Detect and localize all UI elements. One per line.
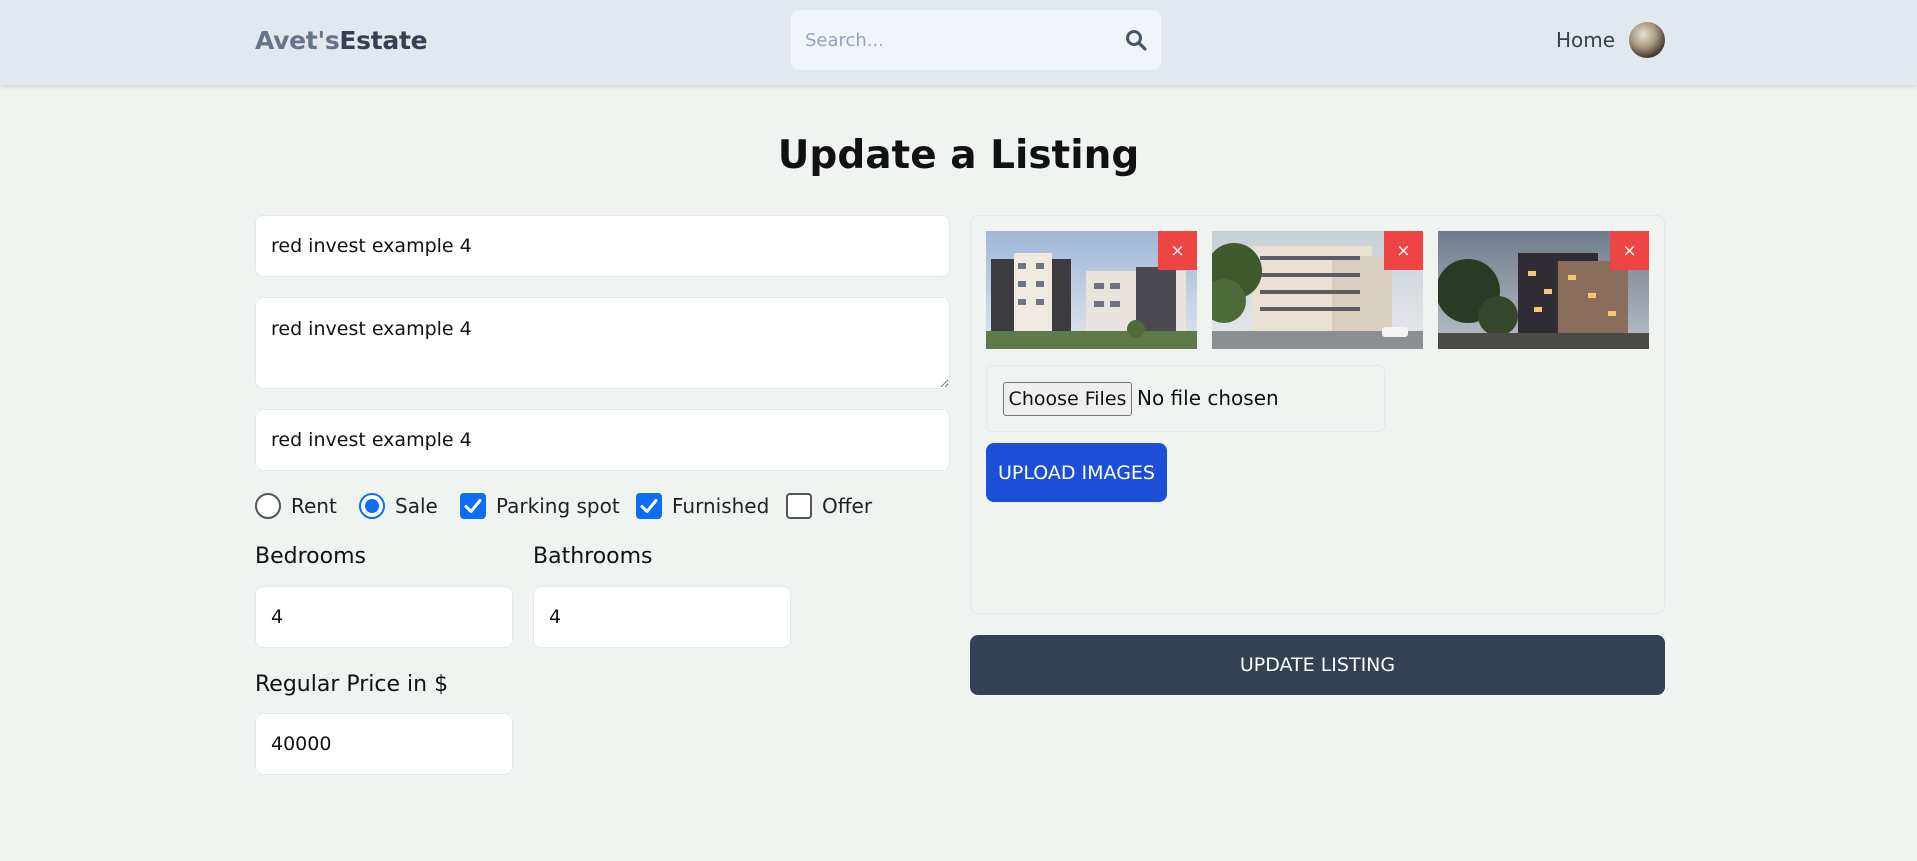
- regular-price-input[interactable]: [255, 713, 513, 775]
- remove-image-button-3[interactable]: ×: [1610, 231, 1649, 270]
- bathrooms-label: Bathrooms: [533, 544, 653, 569]
- option-parking-spot[interactable]: Parking spot: [460, 491, 620, 521]
- name-input[interactable]: [255, 215, 950, 277]
- remove-image-button-2[interactable]: ×: [1384, 231, 1423, 270]
- choose-files-button[interactable]: Choose Files: [1003, 382, 1132, 416]
- parking-spot-checkbox[interactable]: [460, 493, 486, 519]
- option-offer[interactable]: Offer: [786, 491, 872, 521]
- search-bar: [791, 10, 1161, 70]
- option-furnished[interactable]: Furnished: [636, 491, 769, 521]
- site-logo[interactable]: Avet'sEstate: [255, 26, 428, 55]
- remove-image-button-1[interactable]: ×: [1158, 231, 1197, 270]
- regular-price-label: Regular Price in $: [255, 672, 449, 697]
- logo-part-1: Avet's: [255, 26, 340, 55]
- logo-part-2: Estate: [339, 26, 428, 55]
- parking-spot-label: Parking spot: [496, 494, 620, 518]
- search-input[interactable]: [805, 10, 1095, 70]
- search-icon[interactable]: [1124, 28, 1148, 52]
- bedrooms-input[interactable]: [255, 586, 513, 648]
- nav-home-link[interactable]: Home: [1556, 28, 1615, 52]
- address-input[interactable]: [255, 409, 950, 471]
- sale-label: Sale: [395, 494, 438, 518]
- bathrooms-input[interactable]: [533, 586, 791, 648]
- offer-label: Offer: [822, 494, 873, 518]
- upload-images-button[interactable]: UPLOAD IMAGES: [986, 443, 1167, 502]
- furnished-checkbox[interactable]: [636, 493, 662, 519]
- bedrooms-label: Bedrooms: [255, 544, 366, 569]
- update-listing-button[interactable]: UPDATE LISTING: [970, 635, 1665, 695]
- file-input-box: Choose Files No file chosen: [986, 365, 1385, 432]
- rent-label: Rent: [291, 494, 337, 518]
- no-file-chosen-text: No file chosen: [1137, 386, 1279, 410]
- offer-checkbox[interactable]: [786, 493, 812, 519]
- sale-radio[interactable]: [359, 493, 385, 519]
- description-textarea[interactable]: red invest example 4: [255, 297, 950, 389]
- page-title: Update a Listing: [777, 133, 1140, 178]
- option-rent[interactable]: Rent: [255, 491, 337, 521]
- rent-radio[interactable]: [255, 493, 281, 519]
- furnished-label: Furnished: [672, 494, 770, 518]
- option-sale[interactable]: Sale: [359, 491, 438, 521]
- top-nav-header: Avet'sEstate Home: [0, 0, 1917, 85]
- avatar[interactable]: [1629, 22, 1665, 58]
